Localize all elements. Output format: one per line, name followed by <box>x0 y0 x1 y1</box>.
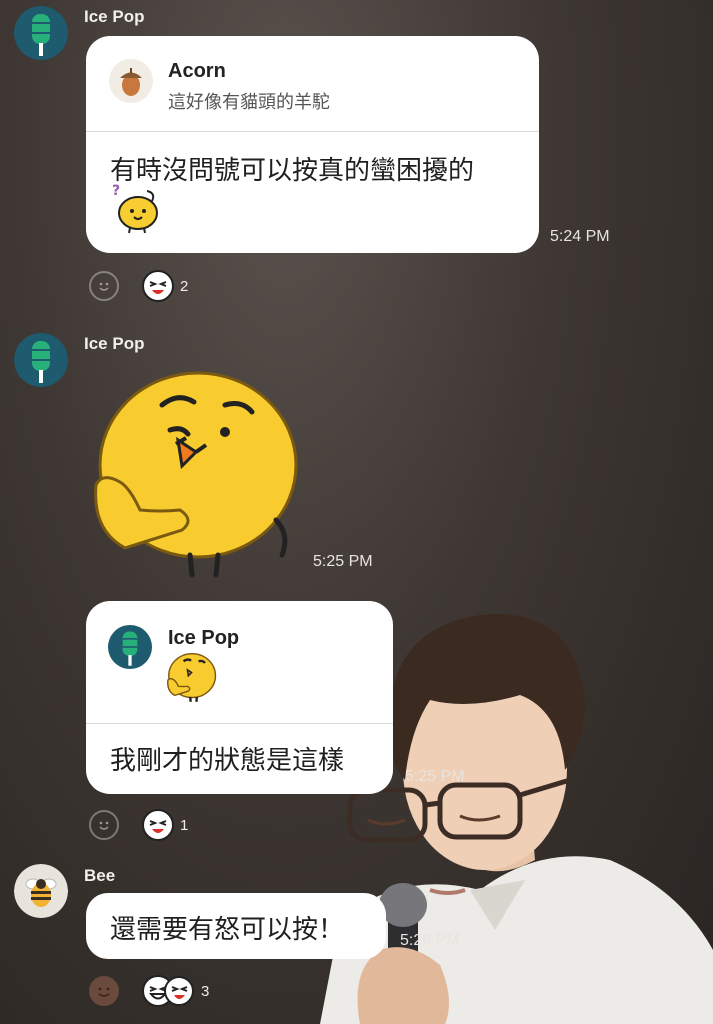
quote-author: Ice Pop <box>168 627 240 649</box>
svg-text:?: ? <box>112 183 120 199</box>
popsicle-icon <box>14 6 68 60</box>
message-bubble[interactable]: 還需要有怒可以按！ <box>86 893 386 959</box>
quote-text: 這好像有貓頭的羊駝 <box>168 92 330 113</box>
timestamp: 5:25 PM <box>405 768 465 785</box>
message-bubble[interactable]: Acorn 這好像有貓頭的羊駝 有時沒問號可以按真的蠻困擾的 ? <box>86 36 539 253</box>
reaction-count: 3 <box>201 983 210 1000</box>
reaction-chip[interactable]: 2 <box>141 268 201 304</box>
laughing-face-icon <box>142 270 174 302</box>
timestamp: 5:25 PM <box>313 553 373 570</box>
message-bubble[interactable]: Ice Pop 我剛才的狀態是這樣 <box>86 601 393 794</box>
divider <box>86 131 539 132</box>
message-text: 還需要有怒可以按！ <box>110 915 345 945</box>
acorn-avatar <box>109 59 153 103</box>
quote-avatar <box>108 625 152 669</box>
acorn-icon <box>120 68 142 96</box>
bee-icon <box>14 864 68 918</box>
timestamp: 5:26 PM <box>400 932 460 949</box>
smiley-icon[interactable] <box>89 976 119 1006</box>
thinking-chick-sticker[interactable] <box>90 370 305 580</box>
sender-name: Ice Pop <box>84 7 145 26</box>
reaction-count: 2 <box>180 278 189 295</box>
quote-author: Acorn <box>168 60 226 82</box>
sender-name: Ice Pop <box>84 334 145 353</box>
popsicle-icon <box>14 333 68 387</box>
message-text: 有時沒問號可以按真的蠻困擾的 <box>110 156 475 186</box>
quoted-sticker-thumbnail <box>166 653 218 703</box>
reaction-count: 1 <box>180 817 189 834</box>
confused-emoji: ? <box>112 181 162 234</box>
popsicle-icon <box>108 625 152 669</box>
avatar[interactable] <box>14 333 68 387</box>
reaction-chip[interactable]: 3 <box>141 973 221 1009</box>
laughing-face-icon <box>142 809 174 841</box>
smiley-icon[interactable] <box>89 271 119 301</box>
timestamp: 5:24 PM <box>550 228 610 245</box>
smiley-icon[interactable] <box>89 810 119 840</box>
avatar[interactable] <box>14 864 68 918</box>
message-text: 我剛才的狀態是這樣 <box>110 746 345 776</box>
reaction-chip[interactable]: 1 <box>141 807 201 843</box>
sender-name: Bee <box>84 866 116 885</box>
laughing-faces-icon <box>142 975 194 1007</box>
avatar[interactable] <box>14 6 68 60</box>
divider <box>86 723 393 724</box>
